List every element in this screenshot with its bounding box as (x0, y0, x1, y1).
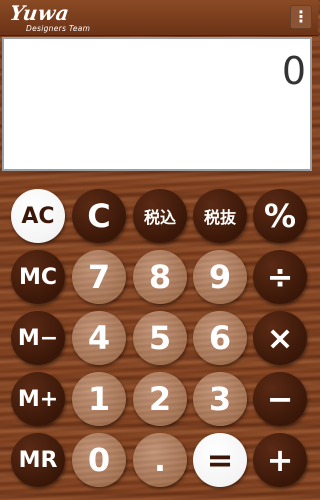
memory-clear-button[interactable]: MC (11, 250, 65, 304)
decimal-point-button[interactable]: . (133, 433, 187, 487)
digit-5-button[interactable]: 5 (133, 311, 187, 365)
memory-plus-button[interactable]: M+ (11, 372, 65, 426)
digit-6-button[interactable]: 6 (193, 311, 247, 365)
divide-button[interactable]: ÷ (253, 250, 307, 304)
memory-minus-button[interactable]: M− (11, 311, 65, 365)
digit-9-button[interactable]: 9 (193, 250, 247, 304)
digit-4-button[interactable]: 4 (72, 311, 126, 365)
percent-button[interactable]: % (253, 189, 307, 243)
subtract-button[interactable]: − (253, 372, 307, 426)
digit-3-button[interactable]: 3 (193, 372, 247, 426)
memory-recall-button[interactable]: MR (11, 433, 65, 487)
digit-7-button[interactable]: 7 (72, 250, 126, 304)
keypad: AC C 税込 税抜 % MC 7 8 9 ÷ M− 4 5 6 × M+ 1 … (0, 0, 318, 500)
clear-button[interactable]: C (72, 189, 126, 243)
digit-2-button[interactable]: 2 (133, 372, 187, 426)
digit-0-button[interactable]: 0 (72, 433, 126, 487)
all-clear-button[interactable]: AC (11, 189, 65, 243)
tax-exclude-button[interactable]: 税抜 (193, 189, 247, 243)
equals-button[interactable]: = (193, 433, 247, 487)
multiply-button[interactable]: × (253, 311, 307, 365)
tax-include-button[interactable]: 税込 (133, 189, 187, 243)
digit-8-button[interactable]: 8 (133, 250, 187, 304)
add-button[interactable]: + (253, 433, 307, 487)
digit-1-button[interactable]: 1 (72, 372, 126, 426)
